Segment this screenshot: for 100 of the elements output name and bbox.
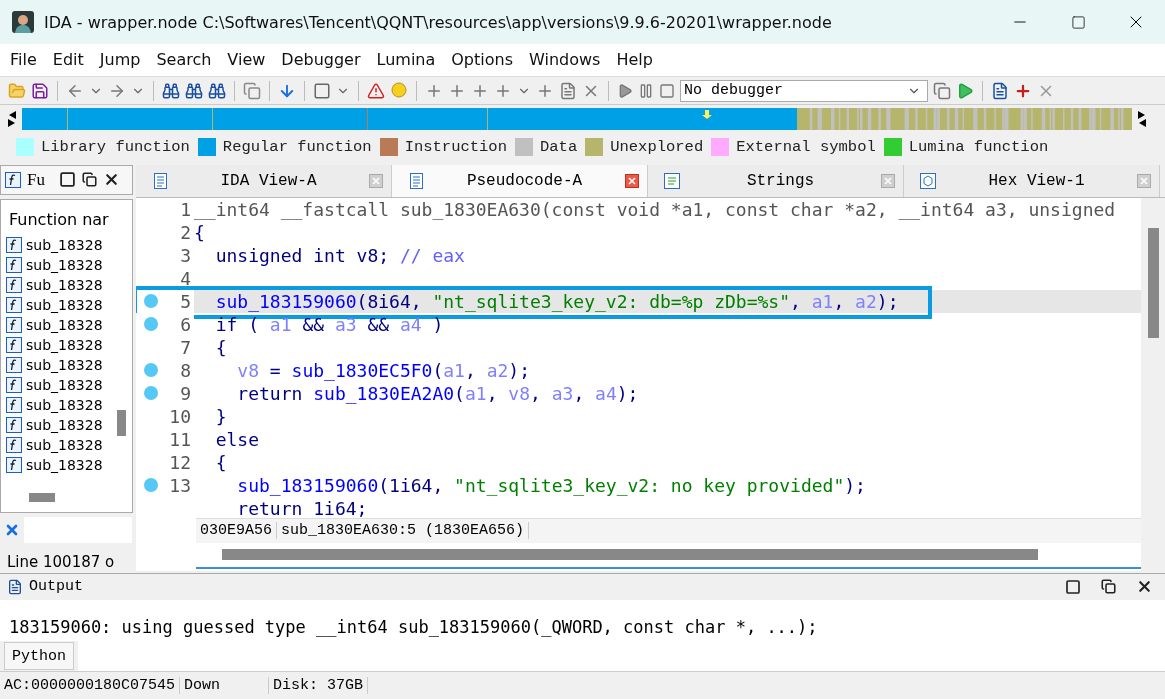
scrollbar-thumb[interactable]: [29, 492, 55, 502]
function-name[interactable]: sub_18328: [26, 236, 106, 253]
hexagon-icon: [920, 172, 936, 189]
scrollbar-thumb[interactable]: [222, 549, 1038, 561]
status-text: Down: [180, 677, 270, 695]
function-name[interactable]: sub_18328: [26, 336, 106, 353]
function-icon: [6, 396, 22, 413]
status-text: AC:0000000180C07545: [0, 677, 181, 695]
menu-item[interactable]: Search: [148, 50, 220, 70]
save-icon[interactable]: [31, 81, 49, 100]
menu-item[interactable]: Lumina: [368, 50, 444, 70]
column-header[interactable]: Function nar: [1, 199, 132, 235]
stop-icon[interactable]: [659, 82, 675, 99]
line-number: 11: [169, 428, 191, 450]
document-icon[interactable]: [991, 81, 1009, 100]
legend-label: Unexplored: [610, 138, 704, 156]
line-number: 6: [180, 313, 191, 335]
function-name[interactable]: sub_18328: [26, 296, 106, 313]
line-number: 2: [180, 221, 191, 243]
menu-item[interactable]: View: [219, 50, 274, 70]
menu-item[interactable]: Debugger: [273, 50, 369, 70]
binoculars-icon[interactable]: [208, 81, 226, 100]
binoculars-icon[interactable]: [185, 81, 203, 100]
function-icon: [6, 416, 22, 433]
restore-icon[interactable]: [1101, 579, 1116, 595]
output-icon: [7, 578, 23, 595]
pause-icon[interactable]: [638, 82, 654, 99]
text-frame-icon[interactable]: [313, 81, 331, 100]
function-icon: [5, 171, 21, 188]
menu-item[interactable]: Windows: [521, 50, 609, 70]
function-name[interactable]: sub_18328: [26, 456, 106, 473]
line-number: 7: [180, 336, 191, 358]
command-field[interactable]: [78, 641, 1165, 672]
panel-title: Fu: [27, 169, 46, 190]
breakpoint-dot[interactable]: [144, 317, 158, 332]
warning-icon[interactable]: [367, 81, 385, 100]
breakpoint-dot[interactable]: [144, 363, 158, 378]
menu-item[interactable]: Jump: [91, 50, 149, 70]
document-icon: [152, 172, 168, 189]
function-name[interactable]: sub_18328: [26, 356, 106, 373]
code-line: unsigned int v8; // eax: [214, 244, 465, 266]
code-line: sub_183159060(8i64, "nt_sqlite3_key_v2: db=%p zDb=%s", a1, a2);: [214, 290, 899, 312]
breakpoint-dot[interactable]: [144, 386, 158, 401]
line-number: 3: [180, 244, 191, 266]
menu-item[interactable]: Edit: [44, 50, 92, 70]
code-line: else: [214, 428, 260, 450]
legend-label: External symbol: [736, 138, 876, 156]
copy-icon[interactable]: [243, 81, 261, 100]
tab[interactable]: Pseudocode-A: [392, 164, 648, 197]
scrollbar-thumb[interactable]: [1147, 227, 1159, 338]
tab[interactable]: IDA View-A: [136, 164, 392, 197]
line-info: Line 100187 o: [6, 551, 116, 571]
status-text: Disk: 37GB: [269, 677, 369, 695]
menu-item[interactable]: Help: [608, 50, 661, 70]
debugger-select[interactable]: No debugger: [680, 79, 928, 102]
breakpoint-dot[interactable]: [144, 478, 158, 493]
breakpoint-dot[interactable]: [144, 294, 158, 309]
code-line: __int64 __fastcall sub_1830EA630(const void *a1, const char *a2, __int64 a3, unsigned: [194, 198, 1116, 220]
legend-label: Lumina function: [908, 138, 1049, 156]
legend-label: Instruction: [404, 138, 507, 156]
code-line: {: [214, 336, 227, 358]
function-name[interactable]: sub_18328: [26, 436, 106, 453]
scroll-left-icon[interactable]: [6, 108, 18, 129]
play-icon[interactable]: [617, 82, 633, 99]
code-line: {: [214, 451, 227, 473]
function-icon: [6, 356, 22, 373]
function-icon: [6, 456, 22, 473]
line-number: 9: [180, 382, 191, 404]
legend-label: Library function: [41, 138, 190, 156]
tab[interactable]: Hex View-1: [904, 164, 1160, 197]
legend-label: Regular function: [222, 138, 372, 156]
document-icon: [408, 172, 424, 189]
function-icon: [6, 336, 22, 353]
function-name[interactable]: sub_18328: [26, 416, 106, 433]
status-cell: 030E9A56: [196, 522, 277, 540]
maximize-icon[interactable]: [1065, 578, 1081, 595]
code-line: return sub_1830EA2A0(a1, v8, a3, a4);: [236, 382, 639, 404]
interpreter-button[interactable]: Python: [4, 642, 74, 671]
tab[interactable]: Strings: [648, 164, 904, 197]
function-name[interactable]: sub_18328: [26, 276, 106, 293]
function-name[interactable]: sub_18328: [26, 376, 106, 393]
line-number: 5: [180, 290, 191, 312]
menu-item[interactable]: Options: [443, 50, 521, 70]
scrollbar-thumb[interactable]: [117, 409, 126, 436]
function-icon: [6, 276, 22, 293]
run-icon[interactable]: [956, 81, 974, 100]
function-icon: [6, 376, 22, 393]
function-name[interactable]: sub_18328: [26, 256, 106, 273]
restore-icon[interactable]: [82, 172, 97, 188]
line-number: 8: [180, 359, 191, 381]
menu-item[interactable]: File: [2, 50, 45, 70]
maximize-icon[interactable]: [59, 171, 76, 189]
function-name[interactable]: sub_18328: [26, 396, 106, 413]
legend-label: Data: [540, 138, 578, 156]
copy-icon[interactable]: [933, 81, 951, 100]
scroll-right-icon[interactable]: [1136, 108, 1148, 129]
strings-icon: [664, 172, 680, 189]
binoculars-icon[interactable]: [162, 81, 180, 100]
window-title: IDA - wrapper.node C:\Softwares\Tencent\QQNT\resources\app\versions\9.9.6-20201\wrapper.node: [44, 12, 833, 32]
function-name[interactable]: sub_18328: [26, 316, 106, 333]
